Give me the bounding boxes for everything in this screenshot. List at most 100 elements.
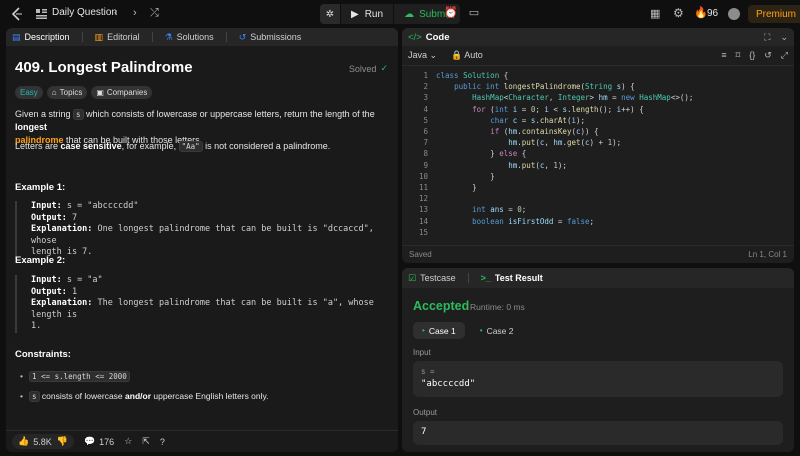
- tab-solutions[interactable]: ⚗ Solutions: [165, 32, 214, 43]
- solved-label: Solved: [348, 63, 377, 74]
- left-footer: 👍 5.8K 👎 💬 176 ☆ ⇱ ?: [6, 430, 398, 452]
- page-title[interactable]: 409. Longest Palindrome: [15, 59, 193, 76]
- input-value: s = "a": [61, 275, 103, 285]
- output-value: 1: [66, 286, 78, 297]
- tab-divider: [81, 32, 83, 42]
- description-paragraph-2: Letters are case sensitive, for example,…: [15, 140, 388, 153]
- case-1-tab[interactable]: • Case 1: [413, 322, 465, 339]
- code-icon: </>: [408, 31, 422, 43]
- tab-testcase[interactable]: ☑ Testcase: [408, 273, 456, 284]
- thumbs-up-icon: 👍: [18, 436, 30, 446]
- line-number: 5: [423, 115, 428, 125]
- cursor-position: Ln 1, Col 1: [748, 250, 787, 259]
- comments-button[interactable]: 💬 176: [84, 436, 114, 447]
- line-number: 10: [418, 171, 428, 181]
- line-number: 2: [423, 82, 428, 92]
- chevron-down-icon[interactable]: ⌄: [780, 32, 788, 43]
- braces-icon[interactable]: {}: [749, 50, 755, 61]
- tab-label: Submissions: [250, 32, 302, 42]
- line-number: 12: [418, 194, 428, 204]
- code-editor[interactable]: 12345678910111213141516 class Solution {…: [402, 68, 794, 238]
- fullscreen-icon[interactable]: ⛶: [764, 32, 770, 43]
- tab-label: Description: [24, 32, 70, 42]
- line-number: 3: [423, 93, 428, 103]
- comment-icon: 💬: [83, 436, 96, 446]
- auto-label: Auto: [464, 50, 483, 60]
- streak-count[interactable]: 96: [707, 8, 718, 19]
- note-icon[interactable]: ▭: [466, 6, 482, 22]
- case-tabs: • Case 1 • Case 2: [413, 322, 523, 339]
- alarm-icon[interactable]: ⏰: [443, 6, 459, 22]
- cloud-upload-icon: ☁: [404, 8, 415, 20]
- left-tabs: ▤ Description ▥ Editorial ⚗ Solutions ↺ …: [6, 28, 398, 46]
- checkbox-icon: ☑: [408, 272, 417, 283]
- tab-test-result[interactable]: >_ Test Result: [481, 273, 543, 283]
- bug-icon[interactable]: ✲: [320, 4, 340, 24]
- desc-text: Letters are: [15, 141, 61, 151]
- result-panel: ☑ Testcase >_ Test Result Accepted Runti…: [402, 268, 794, 452]
- submissions-icon: ↺: [238, 31, 247, 42]
- play-icon: ▶: [351, 8, 359, 20]
- line-number: 14: [418, 216, 428, 226]
- desc-text: which consists of lowercase or uppercase…: [83, 109, 375, 119]
- like-count: 5.8K: [33, 436, 52, 447]
- chevron-left-icon[interactable]: ‹: [114, 7, 118, 19]
- line-number: 1: [423, 71, 428, 80]
- tab-label: Solutions: [176, 32, 214, 42]
- list-icon[interactable]: [36, 9, 47, 19]
- desc-text: Given a string: [15, 109, 74, 119]
- difficulty-badge: Easy: [15, 86, 43, 99]
- line-number: 9: [423, 160, 428, 170]
- gear-icon[interactable]: ⚙: [673, 6, 684, 20]
- topics-label: Topics: [59, 88, 83, 97]
- bookmark-icon[interactable]: ⌑: [736, 50, 741, 61]
- explanation-value: 1.: [31, 321, 42, 331]
- chevron-right-icon[interactable]: ›: [133, 7, 137, 19]
- tab-divider: [467, 273, 469, 283]
- thumbs-down-icon[interactable]: 👎: [57, 436, 68, 447]
- line-number: 8: [423, 149, 428, 159]
- editorial-icon: ▥: [94, 31, 104, 42]
- explanation-key: Explanation:: [31, 298, 93, 308]
- share-icon[interactable]: ⇱: [142, 436, 150, 447]
- example-1-title: Example 1:: [15, 182, 66, 193]
- fire-icon[interactable]: 🔥: [694, 6, 708, 19]
- output-value: 7: [421, 427, 427, 437]
- tab-editorial[interactable]: ▥ Editorial: [95, 32, 140, 43]
- desc-bold: longest: [15, 122, 48, 132]
- avatar[interactable]: [728, 8, 740, 20]
- case-2-tab[interactable]: • Case 2: [471, 322, 523, 339]
- auto-toggle[interactable]: 🔒 Auto: [451, 50, 483, 61]
- layout-icon[interactable]: ▦: [650, 7, 660, 20]
- expand-icon[interactable]: ⤢: [781, 50, 788, 61]
- help-icon[interactable]: ?: [160, 437, 165, 447]
- tab-description[interactable]: ▤ Description: [12, 32, 70, 43]
- input-key: Input:: [31, 201, 62, 211]
- editor-status-bar: Saved Ln 1, Col 1: [402, 245, 794, 263]
- problem-list-title[interactable]: Daily Question: [52, 7, 117, 18]
- code-header: </> Code ⛶ ⌄: [402, 28, 794, 46]
- code-text[interactable]: class Solution { public int longestPalin…: [436, 68, 693, 238]
- run-label: Run: [364, 8, 384, 20]
- output-key: Output:: [31, 286, 67, 297]
- input-box: s = "abccccdd": [413, 361, 783, 397]
- tab-divider: [151, 32, 153, 42]
- premium-button[interactable]: Premium: [748, 5, 800, 23]
- topics-badge[interactable]: ⌂ Topics: [46, 86, 88, 99]
- reset-icon[interactable]: ↺: [764, 50, 772, 61]
- tab-submissions[interactable]: ↺ Submissions: [239, 32, 302, 43]
- input-key: Input:: [31, 275, 62, 285]
- shuffle-icon[interactable]: ⤮: [150, 7, 159, 20]
- format-icon[interactable]: ≡: [721, 50, 726, 61]
- line-number: 6: [423, 127, 428, 137]
- language-select[interactable]: Java ⌄: [408, 50, 437, 61]
- like-button[interactable]: 👍 5.8K: [18, 436, 52, 447]
- companies-badge[interactable]: ▣ Companies: [91, 86, 153, 99]
- code-toolbar: Java ⌄ 🔒 Auto ≡ ⌑ {} ↺ ⤢: [402, 46, 794, 66]
- run-button[interactable]: ▶ Run: [340, 4, 393, 24]
- star-icon[interactable]: ☆: [124, 436, 132, 447]
- output-key: Output:: [31, 212, 67, 223]
- logo-icon[interactable]: [10, 7, 24, 21]
- solved-status: Solved ✓: [349, 63, 388, 74]
- input-value: s = "abccccdd": [61, 201, 139, 211]
